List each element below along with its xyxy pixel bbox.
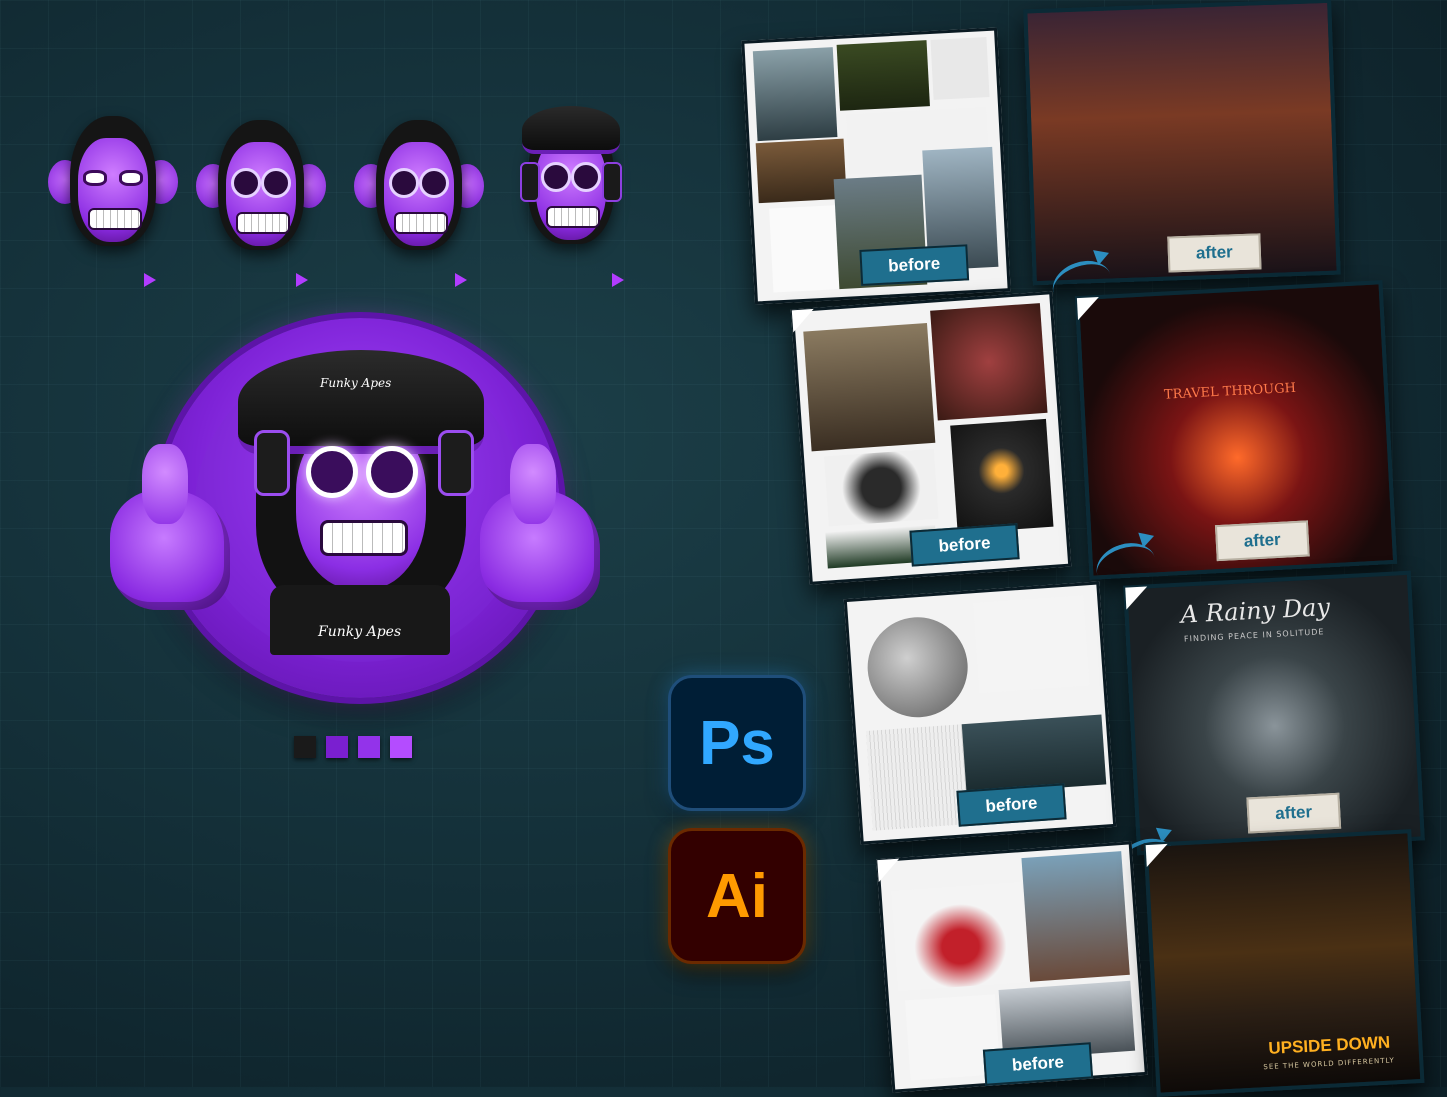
- after-label: after: [1167, 233, 1262, 273]
- sunglasses-lens: [541, 162, 571, 192]
- glowing-eye: [366, 446, 418, 498]
- after-label: after: [1214, 520, 1310, 562]
- collage-photo: [961, 714, 1107, 795]
- after-artwork-4: UPSIDE DOWN SEE THE WORLD DIFFERENTLY: [1143, 829, 1425, 1097]
- eye: [83, 170, 107, 186]
- collage-photo: [865, 724, 973, 831]
- collage-photo: [973, 595, 1090, 693]
- cap: [522, 106, 620, 154]
- headphone-cup: [438, 430, 474, 496]
- teeth: [88, 208, 142, 230]
- photoshop-icon: Ps: [668, 675, 806, 811]
- collage-photo: [930, 303, 1048, 421]
- collage-photo: [950, 418, 1054, 534]
- swatch-purple-mid: [358, 736, 380, 758]
- eye: [119, 170, 143, 186]
- after-label: after: [1246, 792, 1342, 834]
- before-collage-1: before: [741, 27, 1011, 305]
- sunglasses-lens: [261, 168, 291, 198]
- teeth: [546, 206, 600, 228]
- before-label: before: [982, 1042, 1094, 1086]
- headphone-cup: [602, 162, 622, 202]
- before-label: before: [859, 244, 970, 286]
- collage-photo: [752, 47, 838, 142]
- after-artwork-2: TRAVEL THROUGH after: [1074, 280, 1398, 580]
- before-label: before: [956, 783, 1067, 827]
- teeth: [236, 212, 290, 234]
- page-curl-icon: [1125, 586, 1149, 610]
- shirt-signature: Funky Apes: [318, 624, 402, 640]
- collage-photo: [769, 204, 844, 293]
- poster-subtitle: FINDING PEACE IN SOLITUDE: [1183, 627, 1325, 644]
- after-artwork-3: A Rainy Day FINDING PEACE IN SOLITUDE af…: [1123, 570, 1425, 856]
- poster-title: UPSIDE DOWN: [1267, 1032, 1391, 1058]
- shirt: [270, 585, 450, 655]
- sunglasses-lens: [419, 168, 449, 198]
- collage-photo: [755, 138, 847, 204]
- before-label: before: [909, 523, 1020, 567]
- headphone-cup: [520, 162, 540, 202]
- play-triangle-icon: [612, 273, 624, 287]
- page-curl-icon: [1145, 843, 1169, 868]
- collage-photo: [824, 448, 939, 527]
- collage-photo: [803, 323, 936, 452]
- poster-title: TRAVEL THROUGH: [1163, 380, 1297, 403]
- teeth: [394, 212, 448, 234]
- collage-photo: [1021, 851, 1130, 982]
- monkey-head-step-2: [196, 112, 326, 262]
- page-curl-icon: [877, 858, 901, 883]
- sunglasses-lens: [231, 168, 261, 198]
- play-triangle-icon: [144, 273, 156, 287]
- poster-subtitle: SEE THE WORLD DIFFERENTLY: [1263, 1056, 1395, 1072]
- swatch-purple-light: [390, 736, 412, 758]
- left-thumb: [142, 444, 188, 524]
- collage-photo: [836, 40, 930, 111]
- collage-photo: [864, 613, 972, 721]
- page-curl-icon: [791, 308, 816, 333]
- page-curl-icon: [1076, 296, 1101, 321]
- headphone-cup: [254, 430, 290, 496]
- swatch-black: [294, 736, 316, 758]
- play-triangle-icon: [455, 273, 467, 287]
- before-collage-3: before: [843, 581, 1117, 845]
- cap-signature: Funky Apes: [320, 376, 392, 390]
- swatch-purple-dark: [326, 736, 348, 758]
- before-collage-2: before: [790, 291, 1072, 585]
- sunglasses-lens: [571, 162, 601, 192]
- sunglasses-lens: [389, 168, 419, 198]
- collage-photo: [891, 882, 1029, 991]
- illustrator-icon: Ai: [668, 828, 806, 964]
- monkey-head-step-3: [354, 112, 484, 262]
- poster-title: A Rainy Day: [1179, 592, 1331, 629]
- glowing-eye: [306, 446, 358, 498]
- teeth: [320, 520, 408, 556]
- collage-photo: [930, 37, 990, 100]
- monkey-head-step-1: [48, 108, 178, 258]
- after-artwork-1: after: [1023, 0, 1341, 286]
- play-triangle-icon: [296, 273, 308, 287]
- monkey-head-step-4: [506, 106, 636, 256]
- right-thumb: [510, 444, 556, 524]
